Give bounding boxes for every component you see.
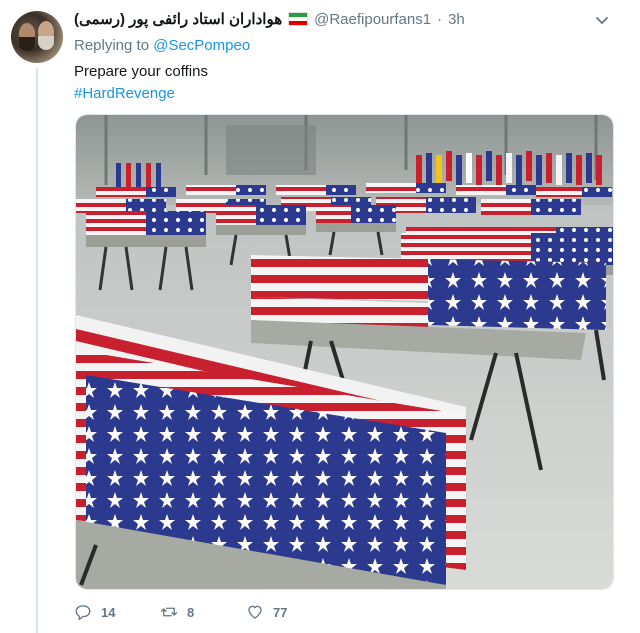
reply-count: 14 [101,604,116,620]
separator-dot: · [437,10,443,28]
reply-icon [75,605,91,621]
replying-mention[interactable]: @SecPompeo [153,37,250,54]
tweet-actions: 14 8 77 [74,603,332,621]
replying-to: Replying to @SecPompeo [74,37,250,54]
avatar[interactable] [11,11,63,63]
retweet-count: 8 [187,604,195,620]
user-handle[interactable]: @Raefipourfans1 [314,11,431,28]
replying-prefix: Replying to [74,37,150,54]
heart-icon [248,605,262,619]
timestamp[interactable]: 3h [448,11,465,28]
like-button[interactable]: 77 [246,603,332,621]
tweet-header: هواداران استاد رائفی پور (رسمی) @Raefipo… [74,10,465,29]
tweet-photo[interactable] [75,114,614,590]
thread-line [36,68,38,633]
tweet-text: Prepare your coffins [74,63,208,80]
chevron-down-icon[interactable] [594,12,610,33]
like-count: 77 [273,604,288,620]
hashtag-link[interactable]: #HardRevenge [74,85,175,102]
reply-button[interactable]: 14 [74,603,160,621]
retweet-button[interactable]: 8 [160,603,246,621]
display-name[interactable]: هواداران استاد رائفی پور (رسمی) [74,10,282,28]
retweet-icon [160,607,178,617]
iran-flag-icon [288,12,309,26]
